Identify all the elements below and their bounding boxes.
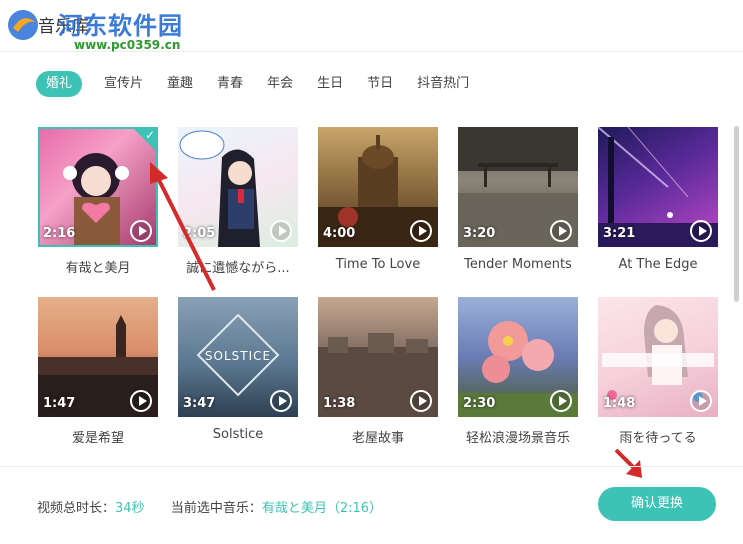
track-name: 雨を待ってる	[619, 431, 697, 446]
play-icon[interactable]	[410, 390, 432, 412]
track-card[interactable]: 1:47 爱是希望	[38, 297, 158, 446]
footer: 视频总时长：34秒 当前选中音乐：有哉と美月（2:16） 确认更换	[0, 466, 743, 544]
current-music-value: 有哉と美月（2:16）	[261, 501, 383, 516]
tab-birthday[interactable]: 生日	[317, 71, 343, 97]
track-card[interactable]: SOLSTICE 3:47 Solstice	[178, 297, 298, 442]
scrollbar-thumb[interactable]	[734, 126, 739, 302]
play-icon[interactable]	[270, 390, 292, 412]
play-icon[interactable]	[270, 220, 292, 242]
track-card[interactable]: 2:05 誠に遺憾ながら...	[178, 127, 298, 276]
watermark-logo-icon	[8, 10, 38, 40]
track-name: 誠に遺憾ながら...	[186, 261, 290, 276]
tab-promo[interactable]: 宣传片	[104, 71, 143, 97]
tab-youth[interactable]: 青春	[217, 71, 243, 97]
tab-kids[interactable]: 童趣	[167, 71, 193, 97]
track-name: Solstice	[212, 427, 264, 442]
track-thumbnail[interactable]: 3:20	[458, 127, 578, 247]
track-thumbnail[interactable]: SOLSTICE 3:47	[178, 297, 298, 417]
track-duration: 1:48	[603, 396, 636, 411]
current-music-label: 当前选中音乐：	[170, 501, 262, 516]
track-duration: 1:38	[323, 396, 356, 411]
tab-douyin-hot[interactable]: 抖音热门	[417, 71, 469, 97]
watermark-title: 河东软件园	[58, 11, 183, 40]
track-thumbnail[interactable]: 3:21	[598, 127, 718, 247]
track-duration: 3:20	[463, 226, 496, 241]
check-icon: ✓	[144, 128, 155, 142]
track-card[interactable]: ✓ 2:16 有哉と美月	[38, 127, 158, 276]
track-thumbnail[interactable]: ✓ 2:16	[38, 127, 158, 247]
confirm-replace-button[interactable]: 确认更换	[598, 487, 716, 521]
tab-wedding[interactable]: 婚礼	[36, 71, 83, 97]
music-info: 视频总时长：34秒 当前选中音乐：有哉と美月（2:16）	[37, 497, 382, 516]
track-duration: 1:47	[43, 396, 76, 411]
play-icon[interactable]	[410, 220, 432, 242]
track-name: 爱是希望	[71, 431, 124, 446]
track-thumbnail[interactable]: 1:38	[318, 297, 438, 417]
track-card[interactable]: 4:00 Time To Love	[318, 127, 438, 272]
track-name: At The Edge	[618, 257, 698, 272]
track-duration: 2:30	[463, 396, 496, 411]
track-card[interactable]: 1:48 雨を待ってる	[598, 297, 718, 446]
tab-annual-party[interactable]: 年会	[267, 71, 293, 97]
track-duration: 3:21	[603, 226, 636, 241]
tab-festival[interactable]: 节日	[367, 71, 393, 97]
track-duration: 2:16	[43, 226, 76, 241]
track-name: 有哉と美月	[65, 261, 131, 276]
play-icon[interactable]	[550, 220, 572, 242]
svg-text:SOLSTICE: SOLSTICE	[205, 349, 271, 363]
track-thumbnail[interactable]: 2:05	[178, 127, 298, 247]
track-card[interactable]: 3:21 At The Edge	[598, 127, 718, 272]
play-icon[interactable]	[130, 220, 152, 242]
track-name: 老屋故事	[351, 431, 404, 446]
total-duration-label: 视频总时长：	[37, 501, 116, 516]
track-name: Time To Love	[335, 257, 421, 272]
track-name: Tender Moments	[464, 257, 572, 272]
watermark-url: www.pc0359.cn	[74, 38, 181, 52]
play-icon[interactable]	[690, 390, 712, 412]
track-thumbnail[interactable]: 1:48	[598, 297, 718, 417]
track-card[interactable]: 1:38 老屋故事	[318, 297, 438, 446]
track-duration: 2:05	[183, 226, 216, 241]
track-duration: 4:00	[323, 226, 356, 241]
track-card[interactable]: 3:20 Tender Moments	[458, 127, 578, 272]
track-duration: 3:47	[183, 396, 216, 411]
total-duration-value: 34秒	[115, 501, 145, 516]
track-thumbnail[interactable]: 4:00	[318, 127, 438, 247]
header: 音乐库 河东软件园 www.pc0359.cn	[0, 0, 743, 52]
track-card[interactable]: 2:30 轻松浪漫场景音乐	[458, 297, 578, 446]
track-thumbnail[interactable]: 1:47	[38, 297, 158, 417]
track-thumbnail[interactable]: 2:30	[458, 297, 578, 417]
play-icon[interactable]	[130, 390, 152, 412]
category-tabs: 婚礼 宣传片 童趣 青春 年会 生日 节日 抖音热门	[36, 71, 493, 97]
track-name: 轻松浪漫场景音乐	[465, 431, 570, 446]
play-icon[interactable]	[550, 390, 572, 412]
play-icon[interactable]	[690, 220, 712, 242]
